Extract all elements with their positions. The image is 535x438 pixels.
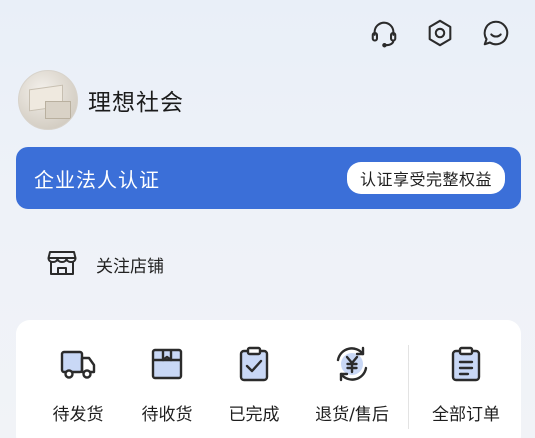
follow-store-entry[interactable]: 关注店铺 <box>46 246 164 282</box>
order-label: 退货/售后 <box>315 405 389 425</box>
profile-header: 理想社会 <box>18 70 184 130</box>
order-all[interactable]: 全部订单 <box>426 344 506 425</box>
verify-benefits-button[interactable]: 认证享受完整权益 <box>346 162 505 194</box>
orders-card: 待发货 待收货 已完成 退货/售后 全部订单 <box>16 320 521 438</box>
order-label: 待收货 <box>141 405 193 425</box>
clipboard-check-icon <box>234 344 274 388</box>
clipboard-list-icon <box>446 344 486 388</box>
top-toolbar <box>367 16 513 50</box>
refund-yen-icon <box>332 344 372 388</box>
chat-bubble-icon[interactable] <box>479 16 513 50</box>
storefront-icon <box>46 246 78 282</box>
order-label: 全部订单 <box>432 405 500 425</box>
orders-divider <box>408 345 409 429</box>
order-label: 已完成 <box>228 405 280 425</box>
follow-store-label: 关注店铺 <box>96 256 164 277</box>
order-pending-shipment[interactable]: 待发货 <box>38 344 118 425</box>
package-icon <box>147 344 187 388</box>
order-refund-aftersales[interactable]: 退货/售后 <box>312 344 392 425</box>
order-completed[interactable]: 已完成 <box>214 344 294 425</box>
order-label: 待发货 <box>52 405 104 425</box>
settings-icon[interactable] <box>423 16 457 50</box>
headset-icon[interactable] <box>367 16 401 50</box>
order-pending-receipt[interactable]: 待收货 <box>127 344 207 425</box>
profile-name[interactable]: 理想社会 <box>88 83 184 117</box>
truck-icon <box>58 344 98 388</box>
banner-title: 企业法人认证 <box>34 167 160 192</box>
avatar[interactable] <box>18 70 78 130</box>
enterprise-verification-banner[interactable]: 企业法人认证 认证享受完整权益 <box>16 147 521 209</box>
